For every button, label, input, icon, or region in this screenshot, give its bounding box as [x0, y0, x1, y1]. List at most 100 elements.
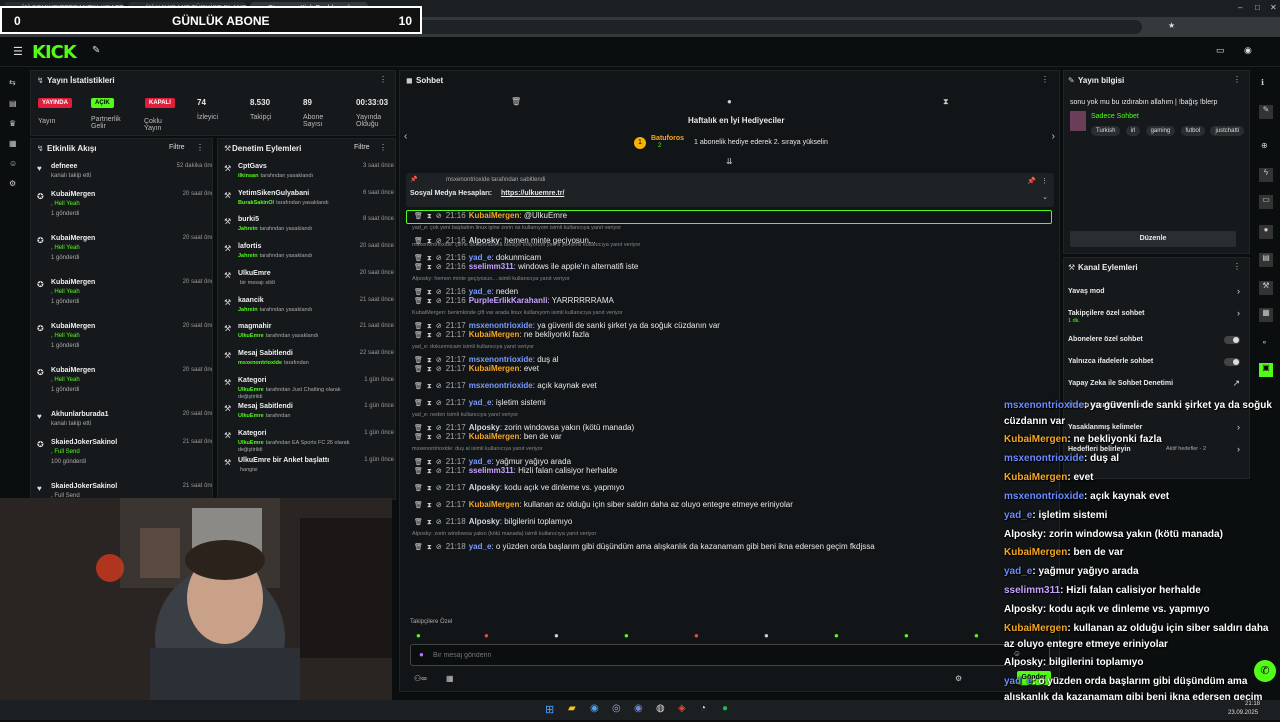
chat-username[interactable]: PurpleErlikKarahanli [469, 296, 548, 305]
ban-icon[interactable]: ⊘ [436, 484, 442, 492]
chrome-icon[interactable]: ◔ [700, 703, 706, 714]
chat-bubble-icon[interactable]: ● [1259, 225, 1273, 239]
moderator-name[interactable]: UlkuEmre [238, 333, 264, 339]
ban-icon[interactable]: ⊘ [436, 543, 442, 551]
moderation-target[interactable]: burki5 [238, 216, 259, 223]
menu-icon[interactable]: ☰ [13, 45, 23, 58]
external-link-icon[interactable]: ↗ [1232, 378, 1240, 389]
emote-icon[interactable]: ● [764, 631, 769, 640]
chat-username[interactable]: Alposky [469, 483, 500, 492]
channel-action-item[interactable]: Yavaş mod › [1068, 286, 1246, 306]
edit-stream-button[interactable]: Düzenle [1070, 231, 1236, 247]
activity-user-name[interactable]: SkaiedJokerSakinol [51, 483, 117, 490]
delete-icon[interactable]: 🗑 [414, 263, 423, 271]
delete-icon[interactable]: 🗑 [414, 518, 423, 526]
ban-icon[interactable]: ⊘ [436, 501, 442, 509]
chat-username[interactable]: sselimm311 [469, 466, 514, 475]
chat-username[interactable]: yad_e [469, 457, 492, 466]
delete-icon[interactable]: 🗑 [414, 356, 423, 364]
delete-icon[interactable]: 🗑 [414, 501, 423, 509]
ban-icon[interactable]: ⊘ [436, 424, 442, 432]
ban-icon[interactable]: ⊘ [436, 433, 442, 441]
trophy-icon[interactable]: ♛ [9, 119, 19, 129]
discord-icon[interactable]: ◉ [634, 703, 643, 714]
kebab-menu-icon[interactable]: ⋮ [379, 143, 387, 152]
timeout-icon[interactable]: ⧗ [427, 298, 432, 306]
profile-icon[interactable]: ◉ [1244, 45, 1252, 56]
emote-icon[interactable]: ● [416, 631, 421, 640]
tag-chip[interactable]: Turkish [1091, 126, 1121, 136]
chat-username[interactable]: yad_e [469, 542, 492, 551]
timeout-icon[interactable]: ⧗ [427, 544, 432, 552]
ban-icon[interactable]: ⊘ [436, 399, 442, 407]
timeout-icon[interactable]: ⧗ [427, 332, 432, 340]
emote-icon[interactable]: ● [624, 631, 629, 640]
settings-icon[interactable]: ⚙ [9, 179, 19, 189]
activity-user-name[interactable]: SkaiedJokerSakinol [51, 439, 117, 446]
file-explorer-icon[interactable]: ▰ [568, 703, 576, 714]
screen-icon[interactable]: ▭ [1216, 45, 1225, 56]
rewards-icon[interactable]: ▣ [1259, 363, 1273, 377]
users-icon[interactable]: ☺ [9, 159, 19, 169]
steam-icon[interactable]: ◎ [612, 703, 621, 714]
moderator-name[interactable]: Jahrein [238, 253, 258, 259]
edit-icon[interactable]: ✎ [1259, 105, 1273, 119]
chevron-left-icon[interactable]: ‹ [404, 131, 407, 142]
moderator-name[interactable]: Jahrein [238, 307, 258, 313]
emote-icon[interactable]: ● [834, 631, 839, 640]
trash-icon[interactable]: 🗑 [511, 97, 521, 106]
chat-username[interactable]: yad_e [469, 398, 492, 407]
bookmark-star-icon[interactable]: ★ [1168, 21, 1175, 30]
moderation-target[interactable]: kaancik [238, 297, 264, 304]
timeout-icon[interactable]: ⧗ [427, 400, 432, 408]
chat-username[interactable]: Alposky [469, 423, 500, 432]
delete-icon[interactable]: 🗑 [414, 382, 423, 390]
chevron-down-icon[interactable]: ⌄ [1042, 193, 1048, 201]
delete-icon[interactable]: 🗑 [414, 458, 423, 466]
spotify-icon[interactable]: ● [722, 703, 728, 714]
ban-icon[interactable]: ⊘ [436, 356, 442, 364]
activity-user-name[interactable]: KubaiMergen [51, 367, 95, 374]
moderation-target[interactable]: Kategori [238, 377, 266, 384]
moderator-name[interactable]: BurakSakinOl [238, 200, 274, 206]
moderation-filter-button[interactable]: Filtre [354, 144, 370, 151]
ban-icon[interactable]: ⊘ [436, 458, 442, 466]
moderation-target[interactable]: UlkuEmre bir Anket başlattı [238, 457, 329, 464]
moderation-target[interactable]: UlkuEmre [238, 270, 271, 277]
calendar-icon[interactable]: ▦ [1259, 308, 1273, 322]
ban-icon[interactable]: ⊘ [436, 365, 442, 373]
tool-icon[interactable]: ✎ [92, 45, 100, 56]
delete-icon[interactable]: 🗑 [414, 433, 423, 441]
activity-user-name[interactable]: KubaiMergen [51, 191, 95, 198]
emote-icon[interactable]: ● [974, 631, 979, 640]
activity-user-name[interactable]: Akhunlarburada1 [51, 411, 109, 418]
tag-chip[interactable]: gaming [1145, 126, 1176, 136]
hammer-icon[interactable]: ⚒ [1259, 281, 1273, 295]
ban-icon[interactable]: ⊘ [436, 322, 442, 330]
moderation-target[interactable]: YetimSikenGulyabani [238, 190, 309, 197]
tag-chip[interactable]: irl [1125, 126, 1141, 136]
delete-icon[interactable]: 🗑 [414, 467, 423, 475]
channel-action-item[interactable]: Takipçilere özel sohbet 1 dk. › [1068, 308, 1246, 328]
timeout-icon[interactable]: ⧗ [427, 383, 432, 391]
layout-icon[interactable]: ▤ [1259, 253, 1273, 267]
chevron-right-icon[interactable]: › [1237, 286, 1240, 296]
lightning-icon[interactable]: ϟ [1259, 168, 1273, 182]
channel-action-item[interactable]: Abonelere özel sohbet [1068, 334, 1246, 354]
ban-icon[interactable]: ⊘ [436, 518, 442, 526]
delete-icon[interactable]: 🗑 [414, 322, 423, 330]
moderation-target[interactable]: Mesaj Sabitlendi [238, 350, 293, 357]
kebab-menu-icon[interactable]: ⋮ [379, 75, 387, 84]
chat-username[interactable]: KubaiMergen [469, 432, 520, 441]
chat-username[interactable]: sselimm311 [469, 262, 514, 271]
chevron-right-icon[interactable]: › [1237, 308, 1240, 318]
activity-filter-button[interactable]: Filtre [169, 144, 185, 151]
moderation-target[interactable]: magmahir [238, 323, 271, 330]
timeout-icon[interactable]: ⧗ [427, 213, 432, 221]
collapse-icon[interactable]: ⇆ [9, 78, 19, 88]
emote-icon[interactable]: ● [904, 631, 909, 640]
app-icon[interactable]: ◈ [678, 703, 686, 714]
moderator-name[interactable]: UlkuEmre [238, 387, 264, 393]
kick-logo[interactable]: KICK [32, 42, 77, 63]
activity-user-name[interactable]: defneee [51, 163, 77, 170]
